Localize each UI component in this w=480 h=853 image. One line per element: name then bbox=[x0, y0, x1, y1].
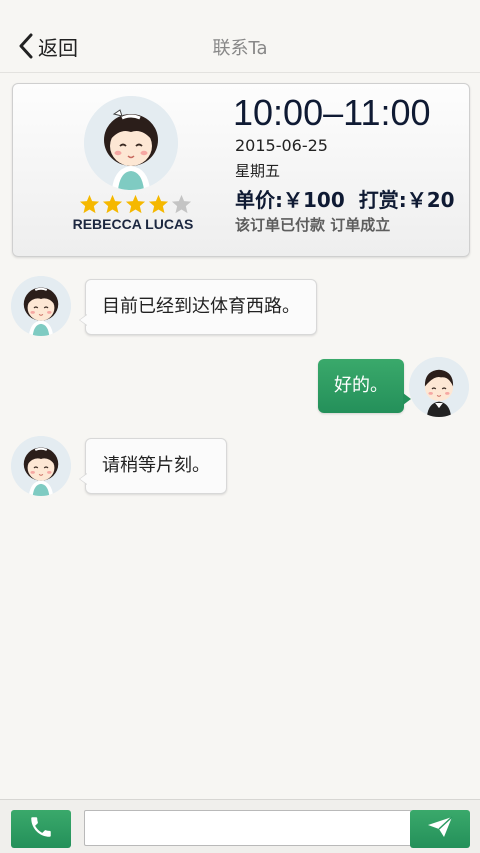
star-filled-icon bbox=[79, 194, 100, 214]
message-bubble-incoming[interactable]: 请稍等片刻。 bbox=[79, 438, 227, 494]
order-date: 2015-06-25 bbox=[235, 136, 328, 155]
page-title: 联系Ta bbox=[212, 38, 268, 59]
star-filled-icon bbox=[102, 194, 123, 214]
order-status: 该订单已付款 订单成立 bbox=[235, 216, 391, 234]
price-row: 单价:￥100 打赏:￥20 bbox=[235, 184, 469, 213]
nav-header: 返回 联系Ta bbox=[0, 0, 480, 73]
unit-price: 单价:￥100 bbox=[235, 188, 345, 212]
message-bubble-outgoing[interactable]: 好的。 bbox=[318, 359, 411, 413]
star-empty-icon bbox=[171, 194, 192, 214]
chat-screen: 返回 联系Ta REBECCA LUCAS 10:00–11:00 2015-0… bbox=[0, 0, 480, 853]
message-input[interactable] bbox=[84, 810, 412, 846]
girl-avatar[interactable] bbox=[11, 436, 71, 496]
boy-avatar[interactable] bbox=[409, 357, 469, 417]
order-weekday: 星期五 bbox=[235, 162, 281, 180]
call-button[interactable] bbox=[11, 810, 71, 848]
message-bubble-incoming[interactable]: 目前已经到达体育西路。 bbox=[79, 279, 317, 335]
provider-name: REBECCA LUCAS bbox=[72, 216, 194, 232]
phone-icon bbox=[28, 814, 54, 844]
star-filled-icon bbox=[148, 194, 169, 214]
star-rating bbox=[79, 194, 192, 214]
composer-bar bbox=[0, 799, 480, 853]
girl-avatar[interactable] bbox=[11, 276, 71, 336]
tip-amount: 打赏:￥20 bbox=[358, 188, 455, 212]
star-filled-icon bbox=[125, 194, 146, 214]
time-range: 10:00–11:00 bbox=[233, 92, 431, 133]
order-card: REBECCA LUCAS 10:00–11:00 2015-06-25 星期五… bbox=[12, 83, 470, 257]
paper-plane-icon bbox=[426, 815, 454, 843]
provider-avatar[interactable] bbox=[84, 96, 178, 190]
send-button[interactable] bbox=[410, 810, 470, 848]
